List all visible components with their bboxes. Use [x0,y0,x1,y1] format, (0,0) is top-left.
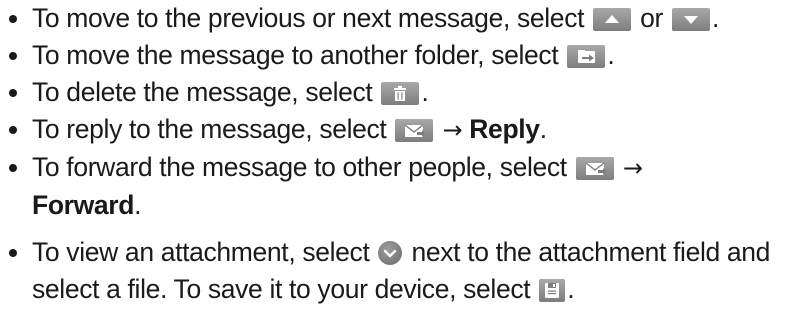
bullet-dot [9,15,17,23]
item-text: To move the message to another folder, s… [32,40,566,70]
list-item-move-folder: To move the message to another folder, s… [0,37,810,74]
envelope-reply-icon [395,119,434,142]
trash-icon [381,82,420,105]
up-arrow-icon [593,8,632,31]
bullet-dot [9,52,17,60]
item-text: To move to the previous or next message,… [32,3,592,33]
item-text-end: . [134,190,142,220]
instruction-list: To move to the previous or next message,… [0,0,810,308]
item-text: To reply to the message, select [32,114,394,144]
item-text-end: . [607,40,615,70]
item-text-or: or [633,3,671,33]
item-text-end: . [421,77,429,107]
bullet-dot [9,249,17,257]
bullet-dot [9,89,17,97]
list-item-prev-next: To move to the previous or next message,… [0,0,810,37]
reply-label: Reply [469,114,540,144]
save-icon [539,279,566,302]
item-text-end: . [712,3,720,33]
list-item-delete: To delete the message, select . [0,74,810,111]
chevron-down-circle-icon [378,241,403,265]
envelope-forward-icon [575,157,614,180]
down-arrow-icon [672,8,711,31]
list-item-reply: To reply to the message, select → Reply. [0,111,810,149]
item-text: To forward the message to other people, … [32,152,574,182]
list-item-forward: To forward the message to other people, … [0,149,810,224]
arrow-glyph: → [622,154,643,182]
item-text: To delete the message, select [32,77,380,107]
list-item-attachment: To view an attachment, select next to th… [0,234,810,308]
forward-label: Forward [32,190,135,220]
item-text-end: . [567,274,575,304]
arrow-glyph: → [442,116,463,144]
bullet-dot [9,126,17,134]
item-text-end: . [539,114,547,144]
bullet-dot [9,164,17,172]
item-text: To view an attachment, select [32,237,377,267]
move-folder-icon [567,45,606,68]
